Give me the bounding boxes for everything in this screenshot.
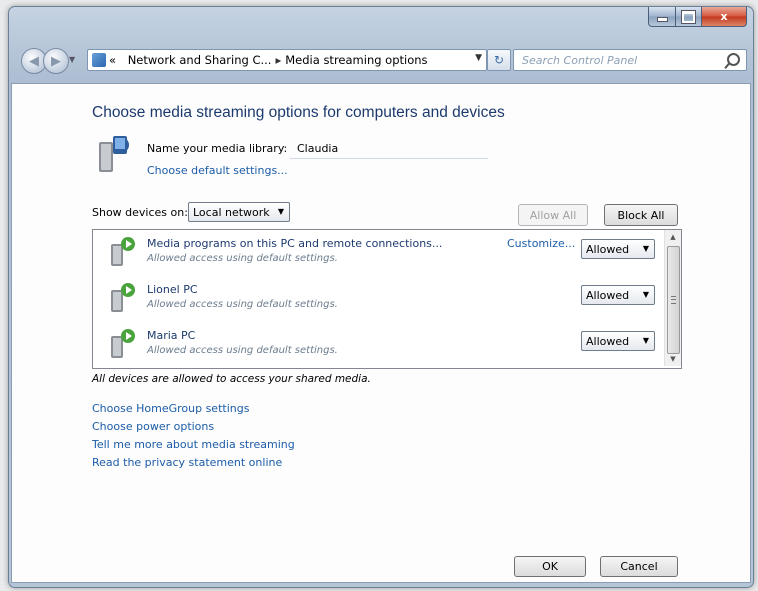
breadcrumb-overflow[interactable]: «: [109, 53, 116, 67]
address-dropdown-icon[interactable]: ▼: [475, 53, 482, 63]
maximize-button[interactable]: [676, 7, 702, 27]
control-panel-window: x ◀ ▶ ▼ « Network and Sharing C... ▸ Med…: [8, 6, 754, 588]
device-item-maria-pc: Maria PC Allowed access using default se…: [93, 322, 663, 366]
media-device-icon: [111, 329, 135, 358]
cancel-button[interactable]: Cancel: [600, 556, 678, 577]
maximize-icon: [682, 10, 695, 23]
ok-button[interactable]: OK: [514, 556, 586, 577]
dropdown-arrow-icon: ▼: [642, 244, 649, 253]
device-access-select[interactable]: Allowed ▼: [581, 331, 655, 351]
breadcrumb-separator: ▸: [275, 53, 282, 67]
back-arrow-icon: ◀: [29, 53, 39, 69]
device-status: Allowed access using default settings.: [147, 253, 338, 264]
close-icon: x: [720, 10, 728, 23]
close-button[interactable]: x: [702, 7, 747, 27]
library-name-value[interactable]: Claudia: [297, 142, 338, 155]
device-list: Media programs on this PC and remote con…: [92, 229, 682, 369]
homegroup-settings-link[interactable]: Choose HomeGroup settings: [92, 400, 295, 418]
device-access-select[interactable]: Allowed ▼: [581, 285, 655, 305]
device-name: Maria PC: [147, 329, 196, 342]
search-icon[interactable]: [727, 53, 740, 66]
caption-buttons: x: [648, 7, 747, 27]
device-name: Lionel PC: [147, 283, 198, 296]
minimize-button[interactable]: [648, 7, 676, 27]
control-panel-icon: [92, 53, 106, 67]
media-library-icon: [99, 136, 129, 172]
refresh-icon: ↻: [493, 53, 505, 67]
grip-icon: [671, 296, 676, 304]
breadcrumb-network-sharing[interactable]: Network and Sharing C...: [128, 53, 272, 67]
search-box[interactable]: [513, 49, 747, 71]
device-access-value: Allowed: [586, 288, 630, 302]
allow-all-button[interactable]: Allow All: [518, 204, 588, 226]
content-pane: Choose media streaming options for compu…: [11, 83, 751, 583]
related-links: Choose HomeGroup settings Choose power o…: [92, 400, 295, 472]
library-name-label: Name your media library:: [147, 142, 288, 155]
all-allowed-note: All devices are allowed to access your s…: [92, 373, 371, 385]
power-options-link[interactable]: Choose power options: [92, 418, 295, 436]
privacy-statement-link[interactable]: Read the privacy statement online: [92, 454, 295, 472]
device-name: Media programs on this PC and remote con…: [147, 237, 443, 250]
dropdown-arrow-icon: ▼: [642, 336, 649, 345]
scroll-down-icon[interactable]: ▼: [665, 352, 681, 366]
forward-button[interactable]: ▶: [43, 48, 69, 74]
device-access-value: Allowed: [586, 334, 630, 348]
customize-link[interactable]: Customize...: [507, 237, 575, 250]
search-input[interactable]: [520, 52, 724, 68]
choose-default-settings-link[interactable]: Choose default settings...: [147, 164, 288, 177]
recent-pages-dropdown[interactable]: ▼: [69, 55, 75, 64]
refresh-button[interactable]: ↻: [487, 49, 511, 71]
forward-arrow-icon: ▶: [51, 53, 61, 69]
address-bar[interactable]: « Network and Sharing C... ▸ Media strea…: [87, 49, 487, 71]
dropdown-arrow-icon: ▼: [642, 290, 649, 299]
network-select-value: Local network: [193, 205, 270, 219]
device-status: Allowed access using default settings.: [147, 299, 338, 310]
device-access-select[interactable]: Allowed ▼: [581, 239, 655, 259]
scroll-up-icon[interactable]: ▲: [665, 230, 681, 244]
minimize-icon: [656, 17, 668, 22]
navigation-bar: ◀ ▶ ▼ « Network and Sharing C... ▸ Media…: [17, 47, 747, 74]
block-all-button[interactable]: Block All: [604, 204, 678, 226]
device-access-value: Allowed: [586, 242, 630, 256]
network-select[interactable]: Local network ▼: [188, 202, 290, 222]
media-device-icon: [111, 283, 135, 312]
scroll-thumb[interactable]: [667, 246, 680, 354]
page-title: Choose media streaming options for compu…: [92, 104, 505, 121]
device-item-lionel-pc: Lionel PC Allowed access using default s…: [93, 276, 663, 320]
show-devices-label: Show devices on:: [92, 206, 188, 219]
device-status: Allowed access using default settings.: [147, 345, 338, 356]
media-device-icon: [111, 237, 135, 266]
breadcrumb-media-streaming[interactable]: Media streaming options: [285, 53, 427, 67]
media-streaming-help-link[interactable]: Tell me more about media streaming: [92, 436, 295, 454]
dropdown-arrow-icon: ▼: [277, 207, 284, 216]
device-list-scrollbar[interactable]: ▲ ▼: [664, 230, 681, 366]
device-item-media-programs: Media programs on this PC and remote con…: [93, 230, 663, 274]
